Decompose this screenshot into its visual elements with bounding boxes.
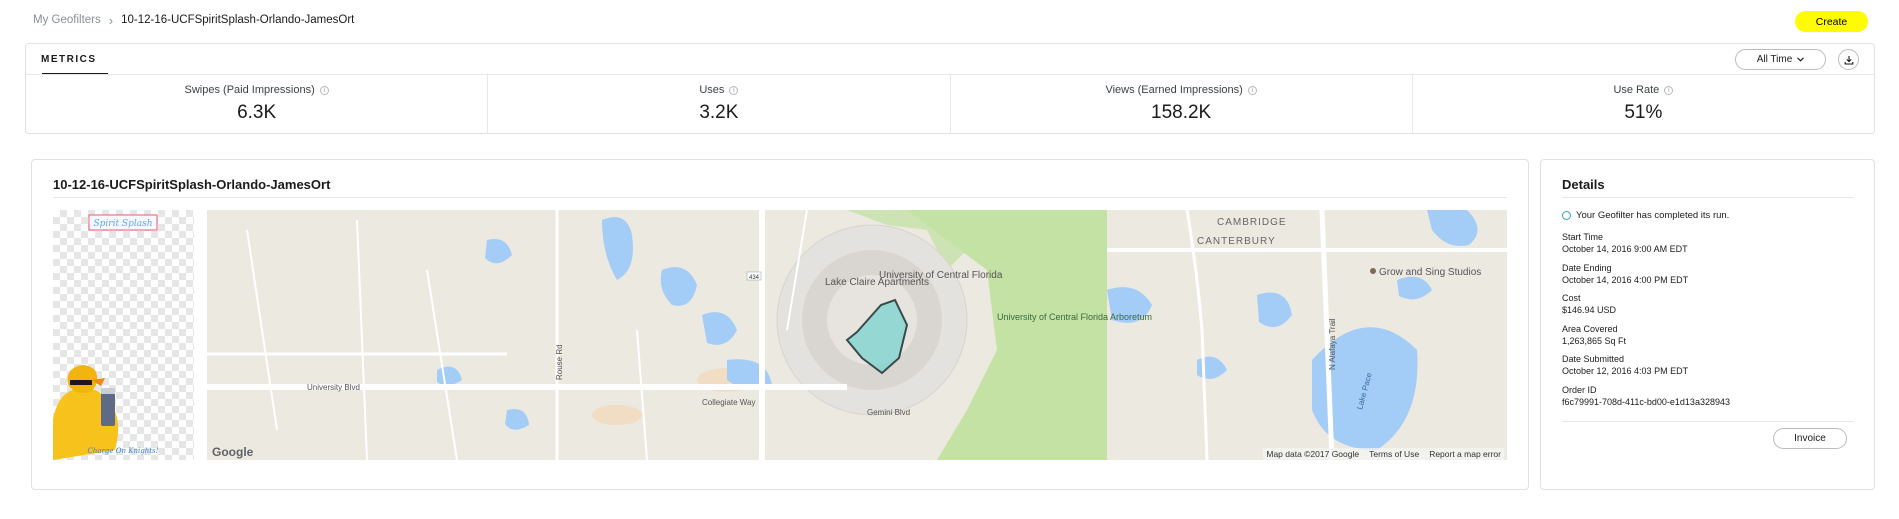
divider [53, 197, 1507, 198]
divider [1562, 197, 1853, 198]
map-label-route: 434 [749, 275, 760, 281]
divider [1562, 421, 1853, 422]
map-label-gemini-blvd: Gemini Blvd [867, 408, 910, 417]
time-range-dropdown[interactable]: All Time [1735, 49, 1826, 70]
stat-uses: Uses i 3.2K [488, 75, 951, 134]
map-attribution: Map data ©2017 Google Terms of Use Repor… [1263, 448, 1504, 460]
detail-key: Start Time [1562, 232, 1604, 242]
detail-order-id: Order ID f6c79991-708d-411c-bd00-e1d13a3… [1562, 385, 1853, 416]
info-icon[interactable]: i [1247, 85, 1257, 95]
status-message: Your Geofilter has completed its run. [1562, 210, 1729, 221]
geofence-map[interactable]: Lake Claire Apartments University of Cen… [207, 210, 1507, 460]
stat-label: Uses [699, 84, 725, 96]
details-card: Details Your Geofilter has completed its… [1540, 159, 1875, 490]
map-label-studios: Grow and Sing Studios [1379, 267, 1481, 278]
map-data-credit: Map data ©2017 Google [1266, 449, 1360, 459]
stat-label: Use Rate [1613, 84, 1660, 96]
detail-value: 1,263,865 Sq Ft [1562, 335, 1627, 346]
breadcrumb-my-geofilters-link[interactable]: My Geofilters [33, 14, 101, 26]
detail-key: Date Submitted [1562, 354, 1625, 364]
detail-key: Area Covered [1562, 323, 1618, 334]
info-icon[interactable]: i [319, 85, 329, 95]
detail-value: October 12, 2016 4:03 PM EDT [1562, 366, 1689, 376]
stat-views: Views (Earned Impressions) i 158.2K [951, 75, 1413, 134]
detail-area-covered: Area Covered 1,263,865 Sq Ft [1562, 324, 1853, 355]
create-button[interactable]: Create [1795, 11, 1868, 32]
detail-start-time: Start Time October 14, 2016 9:00 AM EDT [1562, 232, 1853, 263]
geofilter-title: 10-12-16-UCFSpiritSplash-Orlando-JamesOr… [53, 177, 331, 192]
stat-label: Views (Earned Impressions) [1105, 84, 1243, 96]
detail-date-submitted: Date Submitted October 12, 2016 4:03 PM … [1562, 354, 1853, 385]
detail-key: Date Ending [1562, 262, 1612, 273]
detail-value: $146.94 USD [1562, 305, 1617, 315]
detail-value: October 14, 2016 4:00 PM EDT [1562, 274, 1689, 285]
invoice-button[interactable]: Invoice [1773, 428, 1847, 449]
map-label-arboretum: University of Central Florida Arboretum [997, 312, 1152, 322]
detail-value: f6c79991-708d-411c-bd00-e1d13a328943 [1562, 396, 1730, 407]
map-label-canterbury: CANTERBURY [1197, 236, 1276, 247]
breadcrumb: My Geofilters › 10-12-16-UCFSpiritSplash… [33, 12, 355, 28]
detail-cost: Cost $146.94 USD [1562, 293, 1853, 324]
google-logo: Google [212, 445, 254, 459]
metrics-card: METRICS All Time Swipes (Paid Impression… [25, 43, 1875, 134]
stat-use-rate: Use Rate i 51% [1413, 75, 1874, 134]
chevron-right-icon: › [108, 12, 114, 28]
geofilter-card: 10-12-16-UCFSpiritSplash-Orlando-JamesOr… [31, 159, 1529, 490]
stat-label: Swipes (Paid Impressions) [184, 84, 315, 96]
stats-row: Swipes (Paid Impressions) i 6.3K Uses i 3.… [26, 75, 1874, 134]
stat-value: 158.2K [1151, 102, 1212, 123]
tab-metrics[interactable]: METRICS [41, 54, 97, 65]
report-map-error-link[interactable]: Report a map error [1429, 449, 1501, 459]
map-label-cambridge: CAMBRIDGE [1217, 217, 1287, 228]
map-label-university-blvd: University Blvd [307, 383, 360, 392]
map-label-rouse-rd: Rouse Rd [555, 344, 564, 380]
stat-swipes: Swipes (Paid Impressions) i 6.3K [26, 75, 489, 134]
chevron-down-icon [1797, 57, 1805, 62]
detail-value: October 14, 2016 9:00 AM EDT [1562, 244, 1688, 254]
map-label-collegiate-way: Collegiate Way [702, 398, 756, 407]
info-icon[interactable]: i [1664, 85, 1674, 95]
stat-value: 6.3K [237, 102, 277, 123]
detail-key: Cost [1562, 293, 1581, 303]
geofilter-preview-image: Spirit Splash Charge On Knights! [53, 210, 194, 460]
map-label-ucf: University of Central Florida [879, 270, 1003, 281]
details-title: Details [1562, 177, 1605, 192]
time-range-label: All Time [1756, 54, 1793, 65]
stat-value: 51% [1624, 102, 1663, 123]
detail-key: Order ID [1562, 384, 1597, 395]
breadcrumb-current: 10-12-16-UCFSpiritSplash-Orlando-JamesOr… [121, 14, 355, 26]
filter-text-top: Spirit Splash [93, 219, 152, 229]
top-bar: My Geofilters › 10-12-16-UCFSpiritSplash… [0, 0, 1899, 42]
detail-date-ending: Date Ending October 14, 2016 4:00 PM EDT [1562, 263, 1853, 294]
status-text: Your Geofilter has completed its run. [1576, 210, 1730, 221]
filter-text-bottom: Charge On Knights! [88, 447, 159, 455]
download-icon [1844, 55, 1853, 65]
map-canvas: Lake Claire Apartments University of Cen… [207, 210, 1507, 460]
download-button[interactable] [1838, 49, 1859, 70]
geofilter-artwork: Spirit Splash Charge On Knights! [53, 214, 159, 460]
info-icon[interactable]: i [729, 85, 739, 95]
terms-of-use-link[interactable]: Terms of Use [1369, 449, 1419, 459]
map-label-alafaya: N Alafaya Trail [1328, 318, 1337, 370]
stat-value: 3.2K [699, 102, 739, 123]
details-list: Start Time October 14, 2016 9:00 AM EDT … [1562, 232, 1853, 415]
status-circle-icon [1562, 211, 1571, 220]
